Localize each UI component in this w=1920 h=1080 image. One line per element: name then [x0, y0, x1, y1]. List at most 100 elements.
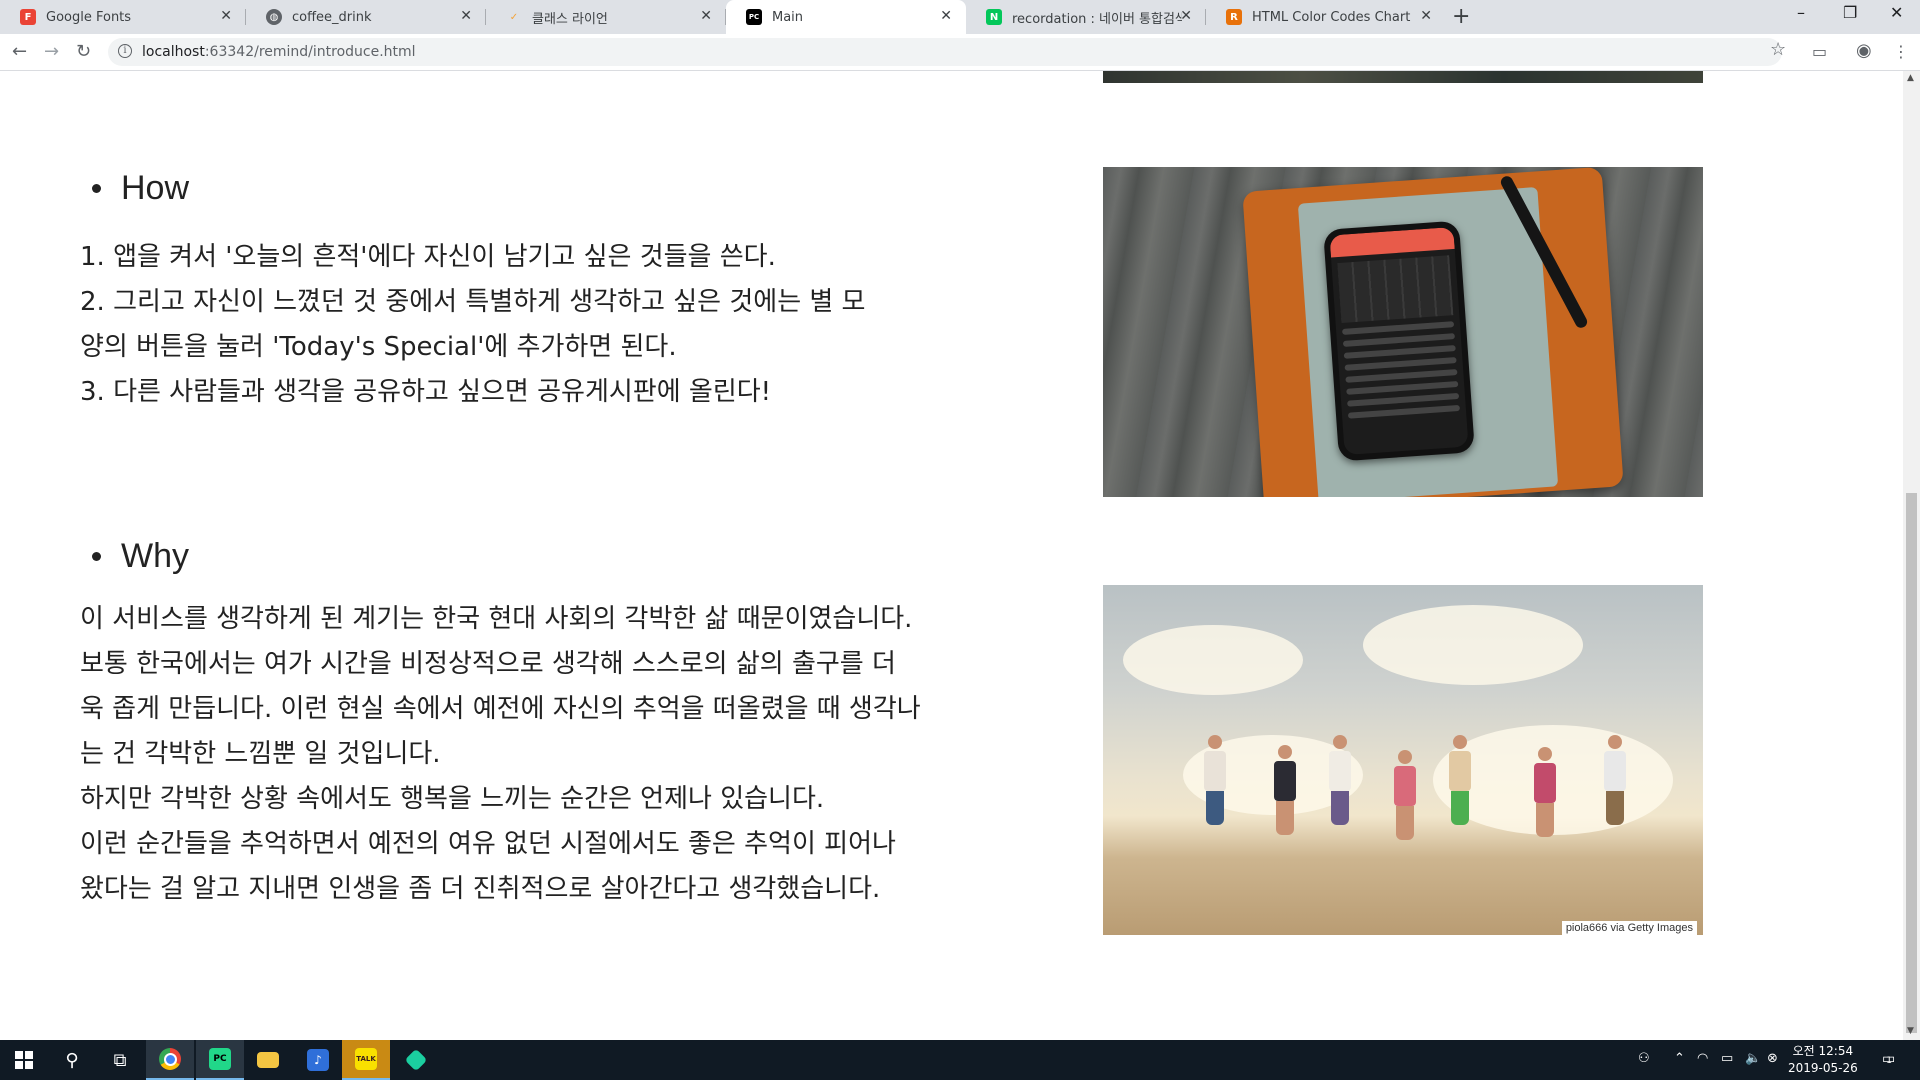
people-icon[interactable]: ⚇: [1638, 1051, 1650, 1066]
browser-toolbar: ← → ↻ i localhost:63342/remind/introduce…: [0, 34, 1920, 71]
how-line: 1. 앱을 켜서 '오늘의 흔적'에다 자신이 남기고 싶은 것들을 쓴다.: [80, 242, 776, 272]
cast-icon[interactable]: ▭: [1812, 42, 1827, 61]
close-icon[interactable]: ✕: [1420, 8, 1432, 24]
minimize-button[interactable]: –: [1797, 3, 1805, 22]
phone-event-row: [1347, 392, 1460, 407]
address-url[interactable]: localhost:63342/remind/introduce.html: [142, 44, 416, 60]
phone-screen: [1329, 226, 1469, 456]
taskbar-app-pycharm[interactable]: PC: [196, 1040, 244, 1080]
scroll-down-arrow-icon[interactable]: ▼: [1907, 1026, 1914, 1036]
phone-header-bar: [1329, 226, 1455, 258]
tab-main[interactable]: PC Main ✕: [726, 0, 966, 34]
url-path: :63342/remind/introduce.html: [204, 44, 416, 60]
how-paragraph: 1. 앱을 켜서 '오늘의 흔적'에다 자신이 남기고 싶은 것들을 쓴다. 2…: [80, 235, 1010, 415]
browser-tab-strip: F Google Fonts ✕ ◍ coffee_drink ✕ ✓ 클래스 …: [0, 0, 1920, 34]
phone-event-row: [1347, 404, 1461, 419]
close-icon[interactable]: ✕: [940, 8, 952, 24]
volume-icon[interactable]: 🔈: [1745, 1051, 1761, 1066]
tab-google-fonts[interactable]: F Google Fonts ✕: [0, 0, 246, 34]
menu-icon[interactable]: ⋮: [1893, 42, 1909, 61]
phone-event-row: [1342, 333, 1456, 347]
clock-time: 오전 12:54: [1792, 1044, 1854, 1058]
scrollbar-thumb[interactable]: [1906, 493, 1917, 1033]
tab-coffee-drink[interactable]: ◍ coffee_drink ✕: [246, 0, 486, 34]
page-scrollbar[interactable]: ▲ ▼: [1903, 71, 1920, 1040]
tab-title: Google Fonts: [46, 9, 132, 25]
battery-icon[interactable]: ▭: [1721, 1051, 1733, 1066]
taskbar-clock[interactable]: 오전 12:54 2019-05-26: [1788, 1043, 1858, 1077]
google-fonts-icon: F: [20, 9, 36, 25]
why-line: 이런 순간들을 추억하면서 예전의 여유 없던 시절에서도 좋은 추억이 피어나: [80, 829, 896, 859]
taskbar-app-sourcetree[interactable]: ♪: [294, 1040, 342, 1080]
how-line: 3. 다른 사람들과 생각을 공유하고 싶으면 공유게시판에 올린다!: [80, 377, 772, 407]
taskbar-app-chrome[interactable]: [146, 1040, 194, 1080]
chrome-icon: [159, 1048, 181, 1070]
tab-title: HTML Color Codes Chart: [1252, 9, 1411, 25]
close-icon[interactable]: ✕: [460, 8, 472, 24]
why-line: 하지만 각박한 상황 속에서도 행복을 느끼는 순간은 언제나 있습니다.: [80, 784, 825, 814]
show-hidden-icons-chevron-icon[interactable]: ⌃: [1674, 1051, 1685, 1066]
taskbar-app-gitkraken[interactable]: [392, 1040, 440, 1080]
back-button[interactable]: ←: [12, 41, 27, 62]
close-icon[interactable]: ✕: [220, 8, 232, 24]
taskbar-app-kakaotalk[interactable]: TALK: [342, 1040, 390, 1080]
tab-title: 클래스 라이언: [532, 11, 608, 27]
address-bar[interactable]: i localhost:63342/remind/introduce.html: [108, 38, 1782, 66]
notification-count: 1: [1886, 1056, 1892, 1066]
person: [1393, 750, 1417, 845]
how-heading-text: How: [121, 169, 190, 207]
site-info-icon[interactable]: i: [118, 44, 132, 58]
tab-title: recordation : 네이버 통합검색: [1012, 11, 1182, 27]
sourcetree-icon: ♪: [307, 1049, 329, 1071]
bullet-icon: [92, 552, 101, 561]
phone-event-row: [1346, 380, 1459, 395]
tab-html-color-codes[interactable]: R HTML Color Codes Chart ✕: [1206, 0, 1446, 34]
close-icon[interactable]: ✕: [1180, 8, 1192, 24]
start-button[interactable]: [0, 1040, 48, 1080]
cloud: [1363, 605, 1583, 685]
phone-event-row: [1344, 357, 1457, 371]
taskbar-app-file-explorer[interactable]: [244, 1040, 292, 1080]
task-view-icon[interactable]: ⧉: [96, 1040, 144, 1080]
kakaotalk-icon: TALK: [355, 1048, 377, 1070]
new-tab-button[interactable]: +: [1452, 4, 1470, 29]
phone-calendar-grid: [1337, 255, 1454, 323]
previous-image-bottom: [1103, 71, 1703, 83]
page-viewport: How 1. 앱을 켜서 '오늘의 흔적'에다 자신이 남기고 싶은 것들을 쓴…: [0, 71, 1903, 1040]
tab-class-lion[interactable]: ✓ 클래스 라이언 ✕: [486, 0, 726, 34]
phone-event-row: [1343, 345, 1456, 359]
person: [1328, 735, 1352, 830]
image-credit: piola666 via Getty Images: [1561, 921, 1697, 935]
windows-taskbar: ⚲ ⧉ PC ♪ TALK ⚇ ⌃ ◠ ▭ 🔈 ⊗ 오전 12:54 2019-…: [0, 1040, 1920, 1080]
scroll-up-arrow-icon[interactable]: ▲: [1907, 73, 1914, 83]
ime-status-icon[interactable]: ⊗: [1767, 1051, 1778, 1066]
pycharm-icon: PC: [209, 1048, 231, 1070]
bookmark-star-icon[interactable]: ☆: [1770, 39, 1786, 60]
folder-icon: [257, 1052, 279, 1068]
pycharm-icon: PC: [746, 9, 762, 25]
profile-icon[interactable]: ◉: [1856, 40, 1872, 61]
why-line: 이 서비스를 생각하게 된 계기는 한국 현대 사회의 각박한 삶 때문이였습니…: [80, 604, 913, 634]
phone-calendar-photo: [1103, 167, 1703, 497]
forward-button[interactable]: →: [44, 41, 59, 62]
restore-button[interactable]: ❐: [1843, 3, 1857, 22]
phone-event-row: [1345, 369, 1458, 383]
why-line: 욱 좁게 만듭니다. 이런 현실 속에서 예전에 자신의 추억을 떠올렸을 때 …: [80, 694, 921, 724]
windows-logo-icon: [15, 1051, 33, 1069]
notification-center-icon[interactable]: ▭1: [1882, 1051, 1895, 1067]
gitkraken-icon: [404, 1048, 428, 1072]
reload-button[interactable]: ↻: [76, 41, 91, 62]
clock-date: 2019-05-26: [1788, 1061, 1858, 1075]
why-line: 왔다는 걸 알고 지내면 인생을 좀 더 진취적으로 살아간다고 생각했습니다.: [80, 874, 881, 904]
why-heading-text: Why: [121, 537, 189, 575]
phone-event-row: [1342, 321, 1455, 335]
person: [1273, 745, 1297, 840]
tab-naver-search[interactable]: N recordation : 네이버 통합검색 ✕: [966, 0, 1206, 34]
close-icon[interactable]: ✕: [700, 8, 712, 24]
wifi-icon[interactable]: ◠: [1697, 1051, 1708, 1066]
window-close-button[interactable]: ✕: [1890, 3, 1903, 22]
search-icon[interactable]: ⚲: [48, 1040, 96, 1080]
globe-icon: ◍: [266, 9, 282, 25]
smartphone: [1323, 220, 1475, 462]
tab-title: coffee_drink: [292, 9, 372, 25]
